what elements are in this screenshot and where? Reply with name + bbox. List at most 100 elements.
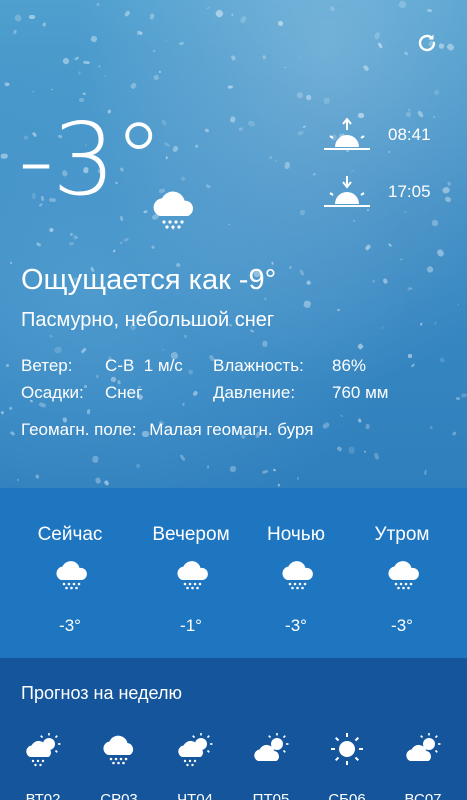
day-part-temp: -3° xyxy=(59,616,81,635)
snowflake xyxy=(28,15,35,20)
snowflake xyxy=(247,119,256,128)
snow-cloud-icon xyxy=(103,735,134,765)
snowflake xyxy=(123,237,130,242)
sun-cloud-snow-icon xyxy=(26,733,61,767)
snowflake xyxy=(357,418,362,424)
snowflake xyxy=(82,60,90,65)
snow-cloud-icon xyxy=(282,561,313,590)
snowflake xyxy=(441,185,451,195)
snowflake xyxy=(399,257,403,261)
snowflake xyxy=(180,176,187,182)
day-parts-panel: Сейчас -3° Вечером -1° Ночью -3° Утром -… xyxy=(0,488,467,658)
weekly-forecast-panel: Прогноз на неделю ВТ02 СР03 ЧТ04 ПТ05 СБ… xyxy=(0,658,467,800)
refresh-icon xyxy=(418,34,436,52)
day-part-temp: -3° xyxy=(391,616,413,635)
snowflake xyxy=(336,445,344,453)
snowflake xyxy=(337,308,341,312)
snowflake xyxy=(362,64,370,73)
forecast-day-name: СР03 xyxy=(100,791,138,800)
snowflake xyxy=(162,348,166,351)
snowflake xyxy=(366,209,370,212)
snow-cloud-icon xyxy=(177,561,208,590)
day-part-night[interactable]: Ночью -3° xyxy=(238,488,354,658)
snowflake xyxy=(284,161,291,170)
condition-description: Пасмурно, небольшой снег xyxy=(21,309,275,331)
snowflake xyxy=(194,144,199,149)
snowflake xyxy=(407,108,411,112)
forecast-day[interactable]: ЧТ04 xyxy=(157,658,233,800)
snowflake xyxy=(48,334,53,339)
snowflake xyxy=(451,431,457,437)
pressure-value: 760 мм xyxy=(332,383,389,402)
snowflake xyxy=(261,468,269,474)
sunrise-time: 08:41 xyxy=(388,125,431,144)
snowflake xyxy=(136,30,142,36)
snowflake xyxy=(95,374,99,378)
snowflake xyxy=(425,264,435,274)
snowflake xyxy=(35,242,42,248)
snowflake xyxy=(31,90,35,94)
snowflake xyxy=(227,85,233,89)
current-weather-panel: -3° 08:41 17:05 Ощущается как -9° Пасмур… xyxy=(0,0,467,488)
snowflake xyxy=(13,13,23,23)
snowflake xyxy=(183,334,188,338)
snowflake xyxy=(373,452,380,461)
snowflake xyxy=(80,347,87,354)
snowflake xyxy=(446,181,452,187)
snowflake xyxy=(405,111,412,118)
snowflake xyxy=(16,478,20,481)
forecast-day[interactable]: СБ06 xyxy=(309,658,385,800)
snowflake xyxy=(262,55,266,61)
snowflake xyxy=(163,141,171,148)
snowflake xyxy=(48,227,54,234)
humidity-label: Влажность: xyxy=(213,356,304,375)
day-part-now[interactable]: Сейчас -3° xyxy=(12,488,128,658)
snowflake xyxy=(207,465,210,469)
snowflake xyxy=(83,93,87,96)
snowflake xyxy=(436,248,445,258)
forecast-day[interactable]: ВТ02 xyxy=(5,658,81,800)
wind-label: Ветер: xyxy=(21,356,73,375)
snowflake xyxy=(419,322,423,326)
snowflake xyxy=(364,243,372,251)
forecast-day[interactable]: ПТ05 xyxy=(233,658,309,800)
snowflake xyxy=(214,8,225,19)
snowflake xyxy=(12,29,17,34)
refresh-button[interactable] xyxy=(412,28,442,58)
snowflake xyxy=(295,91,304,99)
snowflake xyxy=(410,363,416,368)
snowflake xyxy=(312,172,316,177)
snowflake xyxy=(95,2,100,8)
snowflake xyxy=(8,406,13,411)
sunrise-icon xyxy=(324,118,370,150)
snowflake xyxy=(272,468,276,472)
snowflake xyxy=(41,22,47,28)
forecast-day[interactable]: СР03 xyxy=(81,658,157,800)
day-part-temp: -1° xyxy=(180,616,202,635)
snowflake xyxy=(204,128,210,133)
snowflake xyxy=(76,56,80,60)
forecast-day-name: СБ06 xyxy=(328,791,366,800)
snowflake xyxy=(0,153,8,159)
snowflake xyxy=(230,13,234,17)
snowflake xyxy=(86,408,90,414)
snowflake xyxy=(433,89,441,97)
day-part-morning[interactable]: Утром -3° xyxy=(344,488,460,658)
snowflake xyxy=(98,65,101,68)
sunset-row: 17:05 xyxy=(322,175,431,209)
snowflake xyxy=(456,397,461,401)
snowflake xyxy=(227,223,230,226)
snowflake xyxy=(348,446,356,454)
snowflake xyxy=(381,325,384,329)
pressure-label: Давление: xyxy=(213,383,296,402)
snowflake xyxy=(297,476,301,480)
forecast-day[interactable]: ВС07 xyxy=(385,658,461,800)
snow-cloud-icon xyxy=(56,561,87,590)
snowflake xyxy=(445,43,456,53)
snowflake xyxy=(276,483,281,487)
day-part-evening[interactable]: Вечером -1° xyxy=(133,488,249,658)
snowflake xyxy=(229,465,236,472)
geomag-value: Малая геомагн. буря xyxy=(149,420,314,439)
precip-value: Снег xyxy=(105,383,143,402)
snowflake xyxy=(164,155,168,160)
